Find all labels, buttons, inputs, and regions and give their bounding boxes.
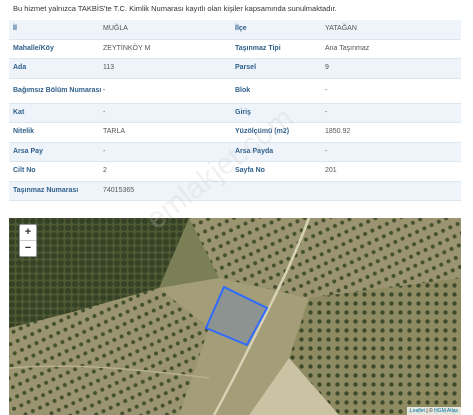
value-arsa-payda: - bbox=[325, 147, 328, 155]
value-bagimsiz-bolum: - bbox=[103, 86, 106, 94]
label-ilce: İlçe bbox=[235, 25, 247, 33]
value-ada: 113 bbox=[103, 64, 115, 72]
table-row: Mahalle/Köy ZEYTİNKÖY M Taşınmaz Tipi An… bbox=[9, 40, 461, 59]
label-parsel: Parsel bbox=[235, 64, 257, 72]
zoom-out-button[interactable]: − bbox=[20, 240, 36, 256]
label-bagimsiz-bolum: Bağımsız Bölüm Numarası bbox=[13, 86, 102, 94]
service-notice: Bu hizmet yalnızca TAKBİS'te T.C. Kimlik… bbox=[13, 4, 337, 13]
value-mahalle: ZEYTİNKÖY M bbox=[103, 44, 151, 52]
value-kat: - bbox=[103, 108, 106, 116]
leaflet-link[interactable]: Leaflet bbox=[410, 408, 425, 414]
hgm-atlas-link[interactable]: HGM Atlas bbox=[434, 408, 458, 414]
value-parsel: 9 bbox=[325, 64, 329, 72]
table-row: Kat - Giriş - bbox=[9, 103, 461, 123]
label-mahalle: Mahalle/Köy bbox=[13, 44, 54, 52]
value-blok: - bbox=[325, 86, 328, 94]
table-row: Taşınmaz Numarası 74015365 bbox=[9, 181, 461, 201]
map-attribution: Leaflet | © HGM Atlas bbox=[406, 407, 461, 415]
attribution-separator: | © bbox=[424, 408, 435, 414]
value-giris: - bbox=[325, 108, 328, 116]
value-ilce: YATAĞAN bbox=[325, 25, 357, 33]
satellite-imagery bbox=[9, 218, 461, 415]
value-il: MUĞLA bbox=[103, 25, 128, 33]
label-arsa-pay: Arsa Pay bbox=[13, 147, 43, 155]
parcel-map[interactable]: + − Leaflet | © HGM Atlas bbox=[9, 218, 461, 415]
label-nitelik: Nitelik bbox=[13, 128, 35, 136]
table-row: Ada 113 Parsel 9 bbox=[9, 59, 461, 79]
table-row: Bağımsız Bölüm Numarası - Blok - bbox=[9, 79, 461, 104]
value-sayfa-no: 201 bbox=[325, 167, 337, 175]
value-nitelik: TARLA bbox=[103, 128, 126, 136]
value-yuzolcumu: 1850.92 bbox=[325, 128, 351, 136]
label-tasinmaz-numarasi: Taşınmaz Numarası bbox=[13, 186, 79, 194]
label-cilt-no: Cilt No bbox=[13, 167, 36, 175]
label-kat: Kat bbox=[13, 108, 25, 116]
table-row: İl MUĞLA İlçe YATAĞAN bbox=[9, 20, 461, 40]
label-sayfa-no: Sayfa No bbox=[235, 167, 265, 175]
zoom-in-button[interactable]: + bbox=[20, 225, 36, 240]
label-blok: Blok bbox=[235, 86, 251, 94]
label-il: İl bbox=[13, 25, 17, 33]
label-ada: Ada bbox=[13, 64, 27, 72]
label-tasinmaz-tipi: Taşınmaz Tipi bbox=[235, 44, 281, 52]
value-tasinmaz-tipi: Ana Taşınmaz bbox=[325, 44, 370, 52]
zoom-control: + − bbox=[19, 224, 37, 257]
